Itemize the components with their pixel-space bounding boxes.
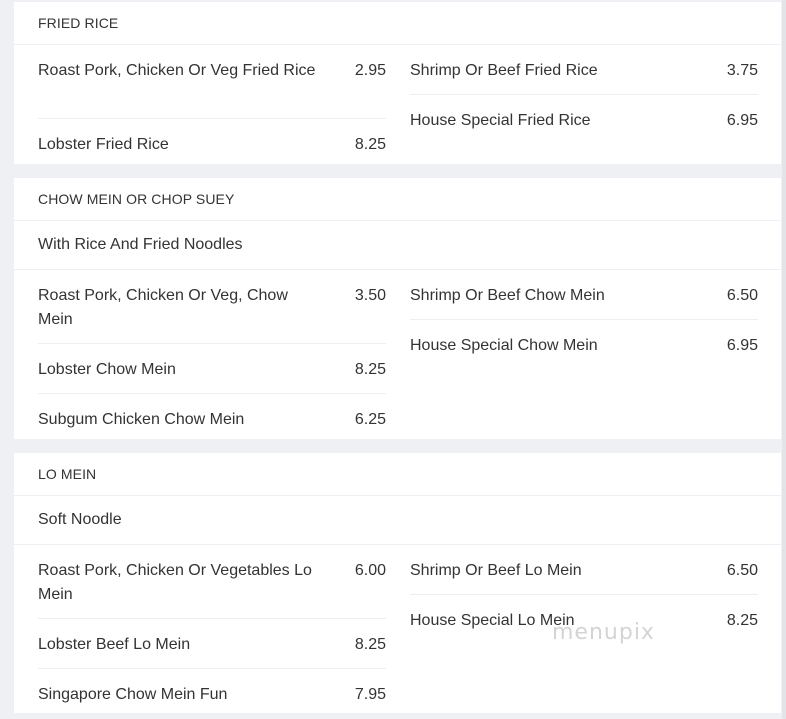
menu-item[interactable]: Singapore Chow Mein Fun 7.95	[38, 669, 386, 718]
menu-item[interactable]: House Special Fried Rice 6.95	[410, 95, 758, 144]
left-column: Roast Pork, Chicken Or Vegetables Lo Mei…	[38, 545, 386, 718]
item-price: 8.25	[726, 612, 758, 629]
menu-item[interactable]: Roast Pork, Chicken Or Veg Fried Rice 2.…	[38, 45, 386, 119]
menu-item[interactable]: Roast Pork, Chicken Or Veg, Chow Mein 3.…	[38, 270, 386, 344]
section-chow-mein: CHOW MEIN OR CHOP SUEY With Rice And Fri…	[14, 178, 781, 439]
section-lo-mein: LO MEIN Soft Noodle Roast Pork, Chicken …	[14, 453, 781, 713]
item-price: 2.95	[354, 62, 386, 79]
right-column: Shrimp Or Beef Chow Mein 6.50 House Spec…	[410, 270, 758, 369]
menu-item[interactable]: House Special Chow Mein 6.95	[410, 320, 758, 369]
section-title: FRIED RICE	[14, 2, 781, 45]
menu-item[interactable]: Shrimp Or Beef Lo Mein 6.50	[410, 545, 758, 595]
item-price: 3.75	[726, 62, 758, 79]
item-name: Lobster Chow Mein	[38, 361, 176, 378]
watermark-logo: menupix	[552, 620, 655, 645]
menu-item[interactable]: Subgum Chicken Chow Mein 6.25	[38, 394, 386, 443]
item-price: 7.95	[354, 686, 386, 703]
item-price: 3.50	[354, 287, 386, 304]
menu-item[interactable]: Lobster Fried Rice 8.25	[38, 119, 386, 168]
item-price: 6.95	[726, 337, 758, 354]
menu-item[interactable]: Shrimp Or Beef Fried Rice 3.75	[410, 45, 758, 95]
item-price: 6.00	[354, 562, 386, 579]
menu-item[interactable]: Shrimp Or Beef Chow Mein 6.50	[410, 270, 758, 320]
item-price: 6.50	[726, 562, 758, 579]
item-name: House Special Chow Mein	[410, 337, 598, 354]
item-price: 8.25	[354, 136, 386, 153]
section-description: Soft Noodle	[14, 496, 781, 545]
right-column: Shrimp Or Beef Fried Rice 3.75 House Spe…	[410, 45, 758, 144]
item-name: Subgum Chicken Chow Mein	[38, 411, 245, 428]
item-name: Roast Pork, Chicken Or Veg Fried Rice	[38, 62, 316, 79]
item-name: Roast Pork, Chicken Or Vegetables Lo Mei…	[38, 562, 312, 603]
item-name: Shrimp Or Beef Lo Mein	[410, 562, 582, 579]
menu-item[interactable]: Roast Pork, Chicken Or Vegetables Lo Mei…	[38, 545, 386, 619]
section-title: LO MEIN	[14, 453, 781, 496]
item-name: Lobster Beef Lo Mein	[38, 636, 191, 653]
menu-item[interactable]: Lobster Chow Mein 8.25	[38, 344, 386, 394]
item-price: 6.95	[726, 112, 758, 129]
left-column: Roast Pork, Chicken Or Veg, Chow Mein 3.…	[38, 270, 386, 443]
item-price: 6.50	[726, 287, 758, 304]
item-name: Roast Pork, Chicken Or Veg, Chow Mein	[38, 287, 288, 328]
left-column: Roast Pork, Chicken Or Veg Fried Rice 2.…	[38, 45, 386, 168]
section-fried-rice: FRIED RICE Roast Pork, Chicken Or Veg Fr…	[14, 2, 781, 164]
section-description: With Rice And Fried Noodles	[14, 221, 781, 270]
menu-item[interactable]: Lobster Beef Lo Mein 8.25	[38, 619, 386, 669]
section-title: CHOW MEIN OR CHOP SUEY	[14, 178, 781, 221]
item-name: Singapore Chow Mein Fun	[38, 686, 228, 703]
item-name: Shrimp Or Beef Chow Mein	[410, 287, 605, 304]
item-name: Shrimp Or Beef Fried Rice	[410, 62, 598, 79]
item-price: 8.25	[354, 361, 386, 378]
scrollbar[interactable]	[782, 0, 786, 719]
item-name: Lobster Fried Rice	[38, 136, 169, 153]
item-price: 6.25	[354, 411, 386, 428]
item-price: 8.25	[354, 636, 386, 653]
item-name: House Special Fried Rice	[410, 112, 591, 129]
